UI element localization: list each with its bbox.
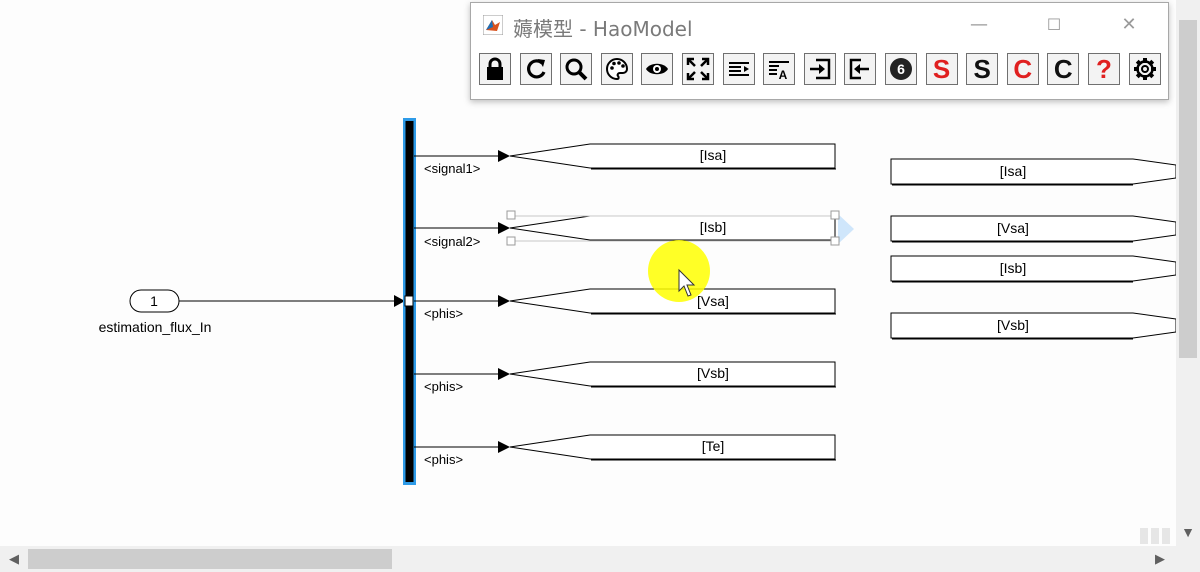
refresh-button[interactable]: [519, 53, 552, 85]
settings-button[interactable]: [1128, 53, 1161, 85]
selection-hint-arrow: [838, 214, 854, 244]
from-block[interactable]: [Isb]: [890, 255, 1176, 283]
s-black-icon: S: [973, 54, 991, 84]
eye-icon: [646, 63, 669, 75]
c-red-button[interactable]: C: [1006, 53, 1039, 85]
window-title: 薅模型 - HaoModel: [513, 17, 693, 41]
fit-to-view-button[interactable]: [681, 53, 714, 85]
search-button[interactable]: [560, 53, 593, 85]
from-block[interactable]: [Vsa]: [890, 215, 1176, 243]
from-block[interactable]: [Vsb]: [890, 312, 1176, 340]
signal-in-icon: [809, 58, 830, 80]
svg-text:6: 6: [897, 61, 905, 77]
goto-tag: [Vsa]: [697, 293, 729, 309]
font-format-icon: A: [769, 61, 790, 82]
goto-tag: [Isa]: [700, 147, 726, 163]
goto-tag: [Isb]: [700, 219, 726, 235]
badge-6-button[interactable]: 6: [884, 53, 917, 85]
vertical-scrollbar[interactable]: ▼: [1176, 0, 1200, 546]
toolbar: A 6 S S C C ?: [479, 53, 1161, 91]
align-text-icon: [728, 62, 749, 76]
from-tag: [Isa]: [1000, 163, 1026, 179]
c-black-icon: C: [1053, 54, 1073, 84]
settings-gear-icon: [1133, 58, 1156, 80]
bus-output-label: <signal2>: [424, 234, 480, 249]
scroll-right-icon[interactable]: ▶: [1148, 546, 1172, 572]
bus-output-label: <phis>: [424, 452, 463, 467]
refresh-icon: [526, 59, 546, 79]
help-button[interactable]: ?: [1087, 53, 1120, 85]
align-text-button[interactable]: [722, 53, 755, 85]
bus-output-label: <signal1>: [424, 161, 480, 176]
horizontal-scroll-thumb[interactable]: [28, 549, 392, 569]
s-red-button[interactable]: S: [925, 53, 958, 85]
fit-to-view-icon: [686, 57, 710, 81]
vertical-scroll-thumb[interactable]: [1179, 20, 1197, 358]
goto-block[interactable]: [Te]: [509, 434, 836, 461]
goto-block[interactable]: [Isa]: [509, 143, 836, 170]
scroll-left-icon[interactable]: ◀: [2, 546, 26, 572]
view-button[interactable]: [641, 53, 674, 85]
inport-block[interactable]: 1 estimation_flux_In: [99, 289, 212, 335]
c-red-icon: C: [1013, 54, 1033, 84]
horizontal-scrollbar[interactable]: ◀ ▶: [0, 546, 1176, 572]
s-red-icon: S: [932, 54, 951, 84]
inport-name: estimation_flux_In: [99, 319, 212, 335]
bus-output-label: <phis>: [424, 379, 463, 394]
goto-tag: [Te]: [702, 438, 725, 454]
palette-icon: [605, 57, 628, 81]
s-black-button[interactable]: S: [966, 53, 999, 85]
signal-out-icon: [850, 58, 870, 80]
svg-text:A: A: [779, 68, 788, 82]
haomodel-window[interactable]: 薅模型 - HaoModel — ☐ ✕ A 6 S S C C ?: [470, 2, 1169, 100]
matlab-app-icon: [483, 15, 503, 35]
maximize-button[interactable]: ☐: [1031, 9, 1077, 41]
lock-button[interactable]: [479, 53, 511, 85]
bus-output-label: <phis>: [424, 306, 463, 321]
resize-grip-icon[interactable]: [1140, 528, 1174, 544]
palette-button[interactable]: [600, 53, 633, 85]
from-block[interactable]: [Isa]: [890, 158, 1176, 186]
inport-number: 1: [150, 293, 158, 309]
title-bar[interactable]: 薅模型 - HaoModel — ☐ ✕: [471, 3, 1168, 47]
font-format-button[interactable]: A: [763, 53, 796, 85]
badge-6-icon: 6: [889, 58, 912, 80]
scroll-down-icon[interactable]: ▼: [1176, 520, 1200, 544]
help-icon: ?: [1095, 54, 1112, 84]
from-tag: [Vsb]: [997, 317, 1029, 333]
close-button[interactable]: ✕: [1106, 9, 1152, 41]
from-tag: [Isb]: [1000, 260, 1026, 276]
signal-in-button[interactable]: [803, 53, 836, 85]
c-black-button[interactable]: C: [1047, 53, 1080, 85]
from-tag: [Vsa]: [997, 220, 1029, 236]
search-icon: [565, 58, 588, 81]
goto-block[interactable]: [Isb]: [506, 210, 854, 246]
scrollbar-corner: [1176, 546, 1200, 572]
lock-icon: [487, 57, 503, 80]
goto-block[interactable]: [Vsb]: [509, 361, 836, 388]
bus-port-handle[interactable]: [404, 295, 414, 307]
output-lines: [414, 150, 510, 453]
minimize-button[interactable]: —: [956, 9, 1002, 41]
signal-out-button[interactable]: [844, 53, 877, 85]
goto-tag: [Vsb]: [697, 365, 729, 381]
